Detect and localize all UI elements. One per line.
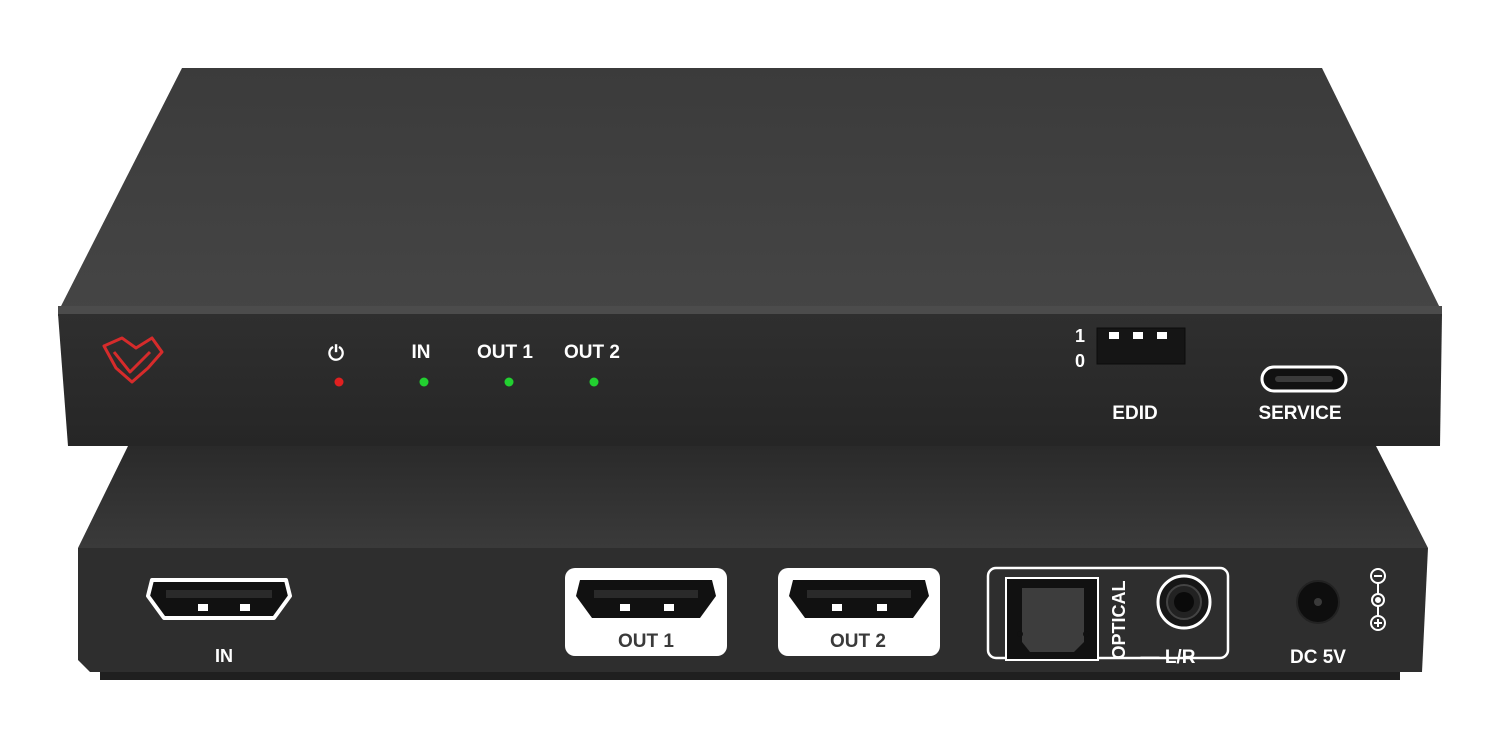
rear-unit-top-surface bbox=[78, 446, 1428, 548]
hdmi-out1-port[interactable] bbox=[576, 580, 716, 618]
front-unit-top-surface bbox=[58, 68, 1442, 312]
service-label: SERVICE bbox=[1258, 403, 1341, 424]
power-led bbox=[334, 377, 344, 387]
front-panel-face bbox=[58, 314, 1442, 446]
hdmi-in-label: IN bbox=[215, 646, 233, 666]
dc-power-jack[interactable] bbox=[1296, 580, 1340, 624]
out2-led bbox=[589, 377, 599, 387]
power-symbol-label: ⏻ bbox=[328, 343, 344, 365]
rear-unit-foot bbox=[100, 672, 1400, 680]
hdmi-in-port[interactable] bbox=[146, 578, 292, 620]
optical-audio-port[interactable] bbox=[1005, 577, 1099, 661]
lr-label: — L/R bbox=[1141, 647, 1196, 668]
in-led bbox=[419, 377, 429, 387]
hdmi-splitter-product-image: ⏻ IN OUT 1 OUT 2 1 0 EDID SERVICE IN OUT… bbox=[58, 68, 1442, 680]
hdmi-out1-label: OUT 1 bbox=[618, 631, 674, 652]
in-led-label: IN bbox=[412, 342, 431, 363]
optical-label: OPTICAL bbox=[1109, 580, 1129, 659]
edid-on-label: 1 bbox=[1075, 326, 1085, 346]
hdmi-out2-label: OUT 2 bbox=[830, 631, 886, 652]
out2-led-label: OUT 2 bbox=[564, 342, 620, 363]
service-usb-c-port[interactable] bbox=[1260, 365, 1348, 393]
out1-led bbox=[504, 377, 514, 387]
out1-led-label: OUT 1 bbox=[477, 342, 533, 363]
dc-power-label: DC 5V bbox=[1290, 647, 1346, 668]
front-unit: ⏻ IN OUT 1 OUT 2 1 0 EDID SERVICE bbox=[58, 68, 1442, 446]
lr-audio-jack[interactable] bbox=[1156, 574, 1212, 630]
edid-off-label: 0 bbox=[1075, 351, 1085, 371]
hdmi-out2-port[interactable] bbox=[789, 580, 929, 618]
edid-label: EDID bbox=[1112, 403, 1157, 424]
rear-unit: IN OUT 1 OUT 2 OPTICAL — L/R DC 5V bbox=[78, 446, 1428, 680]
edid-dip-switch[interactable] bbox=[1096, 327, 1186, 365]
